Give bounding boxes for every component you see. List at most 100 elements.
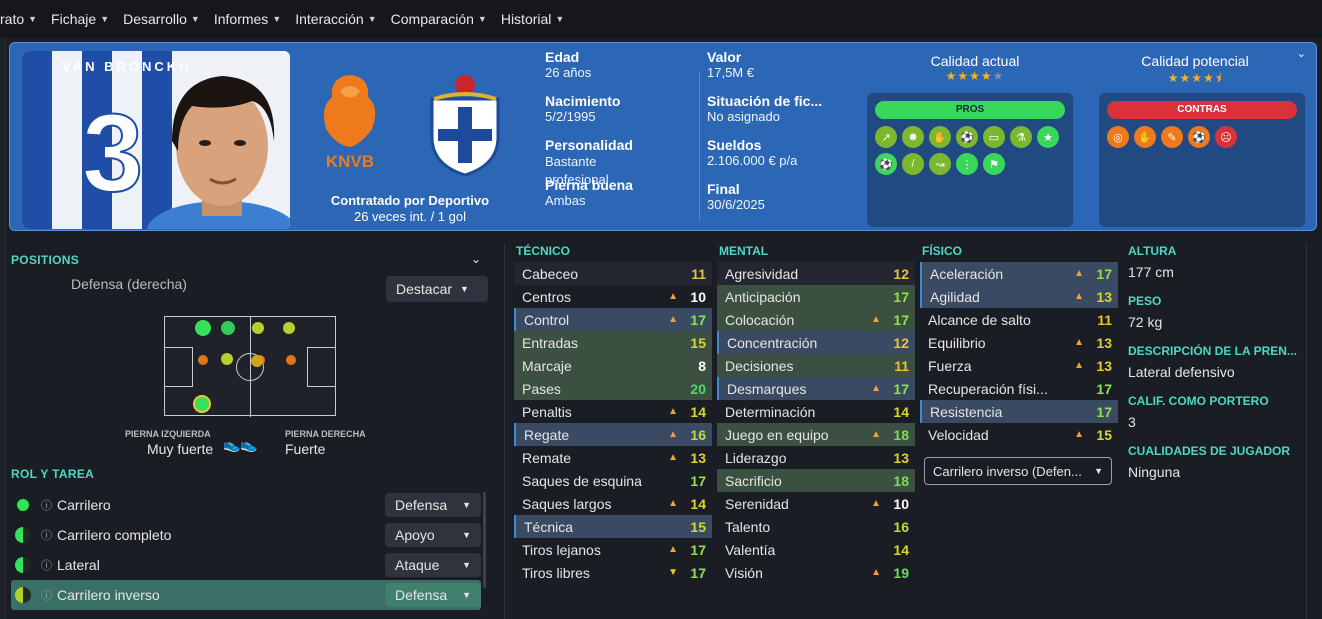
attr-value: 13: [690, 449, 706, 466]
chevron-down-icon: ▼: [462, 530, 471, 540]
arrow-up-icon: ▲: [871, 498, 881, 509]
duty-dropdown[interactable]: Defensa ▼: [385, 583, 481, 607]
pros-icon[interactable]: ↗: [875, 126, 897, 148]
menu-informes[interactable]: Informes ▼: [214, 11, 281, 27]
attr-row[interactable]: Velocidad ▲ 15: [920, 423, 1118, 446]
role-row[interactable]: ⓘ Lateral Ataque ▼: [11, 550, 481, 580]
chevron-down-icon[interactable]: ⌄: [471, 252, 481, 266]
menu-contrato[interactable]: rato ▼: [0, 11, 37, 27]
role-row-selected[interactable]: ⓘ Carrilero inverso Defensa ▼: [11, 580, 481, 610]
attr-row[interactable]: Determinación 14: [717, 400, 915, 423]
menu-historial[interactable]: Historial ▼: [501, 11, 565, 27]
attr-row[interactable]: Anticipación 17: [717, 285, 915, 308]
attr-row[interactable]: Agilidad ▲ 13: [920, 285, 1118, 308]
attr-value: 16: [690, 426, 706, 443]
attr-row[interactable]: Serenidad ▲ 10: [717, 492, 915, 515]
chevron-down-icon: ▼: [462, 560, 471, 570]
duty-dropdown[interactable]: Apoyo ▼: [385, 523, 481, 547]
role-name: Carrilero completo: [57, 527, 172, 543]
menu-desarrollo[interactable]: Desarrollo ▼: [123, 11, 200, 27]
info-icon[interactable]: ⓘ: [41, 587, 52, 603]
pros-icon[interactable]: ★: [1037, 126, 1059, 148]
pros-icon[interactable]: ✋: [929, 126, 951, 148]
attr-row[interactable]: Pases 20: [514, 377, 712, 400]
menu-label: Fichaje: [51, 11, 97, 27]
role-name: Lateral: [57, 557, 100, 573]
contras-icon[interactable]: ✋: [1134, 126, 1156, 148]
attr-row[interactable]: Centros ▲ 10: [514, 285, 712, 308]
menu-fichaje[interactable]: Fichaje ▼: [51, 11, 109, 27]
attr-row[interactable]: Saques de esquina 17: [514, 469, 712, 492]
pros-icon[interactable]: ⚑: [983, 153, 1005, 175]
pros-icon[interactable]: ⚗: [1010, 126, 1032, 148]
attr-row[interactable]: Sacrificio 18: [717, 469, 915, 492]
info-icon[interactable]: ⓘ: [41, 557, 52, 573]
attr-row[interactable]: Cabeceo 11: [514, 262, 712, 285]
attr-row[interactable]: Tiros libres ▼ 17: [514, 561, 712, 584]
duty-dropdown[interactable]: Defensa ▼: [385, 493, 481, 517]
attr-row[interactable]: Resistencia 17: [920, 400, 1118, 423]
attr-row[interactable]: Técnica 15: [514, 515, 712, 538]
highlight-button[interactable]: Destacar ▼: [386, 276, 488, 302]
tecnico-column: TÉCNICO Cabeceo 11 Centros ▲ 10 Control ▲ 17 …: [514, 244, 712, 584]
attr-row[interactable]: Marcaje 8: [514, 354, 712, 377]
attr-row[interactable]: Remate ▲ 13: [514, 446, 712, 469]
menu-label: Interacción: [295, 11, 364, 27]
attr-row[interactable]: Saques largos ▲ 14: [514, 492, 712, 515]
attr-row[interactable]: Concentración 12: [717, 331, 915, 354]
attr-row[interactable]: Talento 16: [717, 515, 915, 538]
attr-row[interactable]: Fuerza ▲ 13: [920, 354, 1118, 377]
attr-row[interactable]: Visión ▲ 19: [717, 561, 915, 584]
attr-row[interactable]: Liderazgo 13: [717, 446, 915, 469]
position-dot: [283, 322, 295, 334]
role-select-label: Carrilero inverso (Defen...: [933, 463, 1082, 479]
attr-value: 14: [690, 403, 706, 420]
attr-row[interactable]: Entradas 15: [514, 331, 712, 354]
attr-row[interactable]: Equilibrio ▲ 13: [920, 331, 1118, 354]
duty-dropdown[interactable]: Ataque ▼: [385, 553, 481, 577]
attr-row[interactable]: Alcance de salto 11: [920, 308, 1118, 331]
attr-row[interactable]: Control ▲ 17: [514, 308, 712, 331]
attr-row[interactable]: Regate ▲ 16: [514, 423, 712, 446]
attr-row[interactable]: Valentía 14: [717, 538, 915, 561]
collapse-icon[interactable]: ⌄: [1297, 47, 1306, 60]
contras-icon[interactable]: ☹: [1215, 126, 1237, 148]
arrow-up-icon: ▲: [1074, 360, 1084, 371]
scrollbar[interactable]: [483, 492, 486, 588]
pros-icon[interactable]: ⋮: [956, 153, 978, 175]
attr-row[interactable]: Desmarques ▲ 17: [717, 377, 915, 400]
role-select-dropdown[interactable]: Carrilero inverso (Defen... ▼: [924, 457, 1112, 485]
attr-row[interactable]: Juego en equipo ▲ 18: [717, 423, 915, 446]
role-row[interactable]: ⓘ Carrilero completo Apoyo ▼: [11, 520, 481, 550]
attr-row[interactable]: Decisiones 11: [717, 354, 915, 377]
attr-row[interactable]: Colocación ▲ 17: [717, 308, 915, 331]
contras-icon[interactable]: ✎: [1161, 126, 1183, 148]
contras-icon[interactable]: ◎: [1107, 126, 1129, 148]
pros-icon[interactable]: ⚽: [875, 153, 897, 175]
attr-row[interactable]: Agresividad 12: [717, 262, 915, 285]
pros-icon[interactable]: ↝: [929, 153, 951, 175]
pros-icon[interactable]: ☻: [902, 126, 924, 148]
attr-row[interactable]: Tiros lejanos ▲ 17: [514, 538, 712, 561]
info-icon[interactable]: ⓘ: [41, 497, 52, 513]
pros-icon[interactable]: ▭: [983, 126, 1005, 148]
tecnico-title: TÉCNICO: [516, 244, 570, 258]
attr-row[interactable]: Penaltis ▲ 14: [514, 400, 712, 423]
arrow-up-icon: ▲: [871, 383, 881, 394]
menu-comparacion[interactable]: Comparación ▼: [391, 11, 487, 27]
info-icon[interactable]: ⓘ: [41, 527, 52, 543]
role-row[interactable]: ⓘ Carrilero Defensa ▼: [11, 490, 481, 520]
highlight-label: Destacar: [396, 281, 453, 297]
attr-name: Marcaje: [522, 357, 572, 374]
pros-icon[interactable]: /: [902, 153, 924, 175]
contras-panel: CONTRAS ◎ ✋ ✎ ⚽ ☹: [1099, 93, 1305, 227]
attr-row[interactable]: Recuperación físi... 17: [920, 377, 1118, 400]
mental-title: MENTAL: [719, 244, 769, 258]
menu-label: rato: [0, 11, 25, 27]
attr-row[interactable]: Aceleración ▲ 17: [920, 262, 1118, 285]
pros-icon[interactable]: ⚽: [956, 126, 978, 148]
menu-interaccion[interactable]: Interacción ▼: [295, 11, 376, 27]
contras-icon[interactable]: ⚽: [1188, 126, 1210, 148]
knvb-text: KNVB: [326, 152, 374, 171]
attr-value: 10: [690, 288, 706, 305]
